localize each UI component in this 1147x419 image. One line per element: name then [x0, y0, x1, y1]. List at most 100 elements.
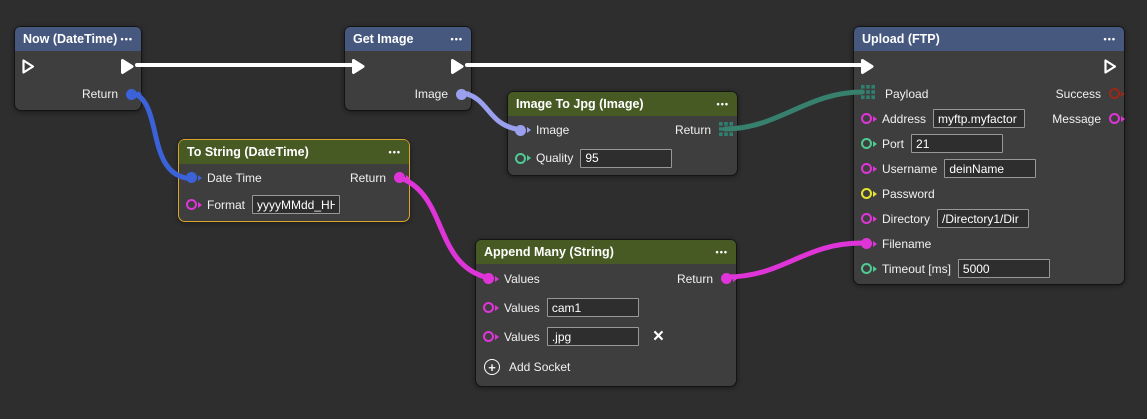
timeout-input[interactable]: [958, 259, 1050, 278]
socket-row: Port: [854, 131, 1124, 156]
node-get-image[interactable]: Get Image ••• Image: [344, 26, 472, 111]
socket-row: Username: [854, 156, 1124, 181]
node-upload-ftp[interactable]: Upload (FTP) ••• Payload Success: [853, 26, 1125, 285]
socket-row: Values ×: [476, 322, 736, 351]
node-now-header[interactable]: Now (DateTime) •••: [15, 27, 141, 51]
input-label-port: Port: [882, 137, 904, 151]
username-input[interactable]: [944, 159, 1036, 178]
node-upload-title: Upload (FTP): [862, 32, 940, 46]
socket-row: Timeout [ms]: [854, 256, 1124, 281]
output-label-return: Return: [675, 123, 711, 137]
port-input[interactable]: [911, 134, 1003, 153]
input-label-username: Username: [882, 162, 937, 176]
input-socket-username[interactable]: [861, 163, 872, 174]
input-label-timeout: Timeout [ms]: [882, 262, 951, 276]
input-label-values-2: Values: [504, 330, 540, 344]
node-get-image-header[interactable]: Get Image •••: [345, 27, 471, 51]
socket-row: Quality: [508, 144, 737, 172]
node-image-to-jpg-menu-icon[interactable]: •••: [717, 100, 729, 109]
node-get-image-title: Get Image: [353, 32, 413, 46]
input-label-values-0: Values: [504, 272, 540, 286]
output-label-return: Return: [350, 171, 386, 185]
input-label-values-1: Values: [504, 301, 540, 315]
input-socket-timeout[interactable]: [861, 263, 872, 274]
input-label-payload: Payload: [885, 87, 928, 101]
values-1-input[interactable]: [547, 298, 639, 317]
input-socket-values-2[interactable]: [483, 331, 494, 342]
directory-input[interactable]: [937, 209, 1029, 228]
output-label-success: Success: [1056, 87, 1101, 101]
node-upload-header[interactable]: Upload (FTP) •••: [854, 27, 1124, 51]
socket-row: Directory: [854, 206, 1124, 231]
input-socket-password[interactable]: [861, 188, 872, 199]
socket-row: Filename: [854, 231, 1124, 256]
input-label-quality: Quality: [536, 151, 573, 165]
wire-string-appendmany-to-upload-filename[interactable]: [726, 243, 862, 277]
node-now-title: Now (DateTime): [23, 32, 117, 46]
input-label-directory: Directory: [882, 212, 930, 226]
node-get-image-menu-icon[interactable]: •••: [451, 35, 463, 44]
input-socket-directory[interactable]: [861, 213, 872, 224]
exec-out-pin[interactable]: [1103, 58, 1118, 75]
input-label-date-time: Date Time: [207, 171, 262, 185]
node-append-many-title: Append Many (String): [484, 245, 614, 259]
node-to-string-menu-icon[interactable]: •••: [389, 148, 401, 157]
socket-row: Password: [854, 181, 1124, 206]
values-2-input[interactable]: [547, 327, 639, 346]
exec-out-pin[interactable]: [120, 58, 135, 75]
output-label-return: Return: [82, 87, 118, 101]
node-image-to-jpg-header[interactable]: Image To Jpg (Image) •••: [508, 92, 737, 116]
input-socket-format[interactable]: [186, 199, 197, 210]
socket-row: Values Return: [476, 264, 736, 293]
output-group: Message: [1052, 112, 1124, 126]
input-label-password: Password: [882, 187, 935, 201]
exec-out-pin[interactable]: [450, 58, 465, 75]
node-image-to-jpg-title: Image To Jpg (Image): [516, 97, 644, 111]
output-label-return: Return: [677, 272, 713, 286]
wire-object-imagetojpg-to-upload-payload[interactable]: [725, 92, 862, 129]
node-image-to-jpg[interactable]: Image To Jpg (Image) ••• Image Return Qu…: [507, 91, 738, 176]
remove-socket-icon[interactable]: ×: [653, 327, 664, 346]
node-to-string[interactable]: To String (DateTime) ••• Date Time Retur…: [178, 139, 410, 222]
node-now-menu-icon[interactable]: •••: [121, 35, 133, 44]
output-label-message: Message: [1052, 112, 1101, 126]
output-socket-success[interactable]: [1109, 88, 1120, 99]
node-editor-canvas[interactable]: Now (DateTime) ••• Return Get Image •••: [0, 0, 1147, 419]
node-to-string-title: To String (DateTime): [187, 145, 309, 159]
socket-row: Address Message: [854, 106, 1124, 131]
socket-row: Format: [179, 191, 409, 218]
output-row: Return: [15, 81, 141, 107]
node-to-string-header[interactable]: To String (DateTime) •••: [179, 140, 409, 164]
node-append-many-header[interactable]: Append Many (String) •••: [476, 240, 736, 264]
node-append-many-menu-icon[interactable]: •••: [716, 248, 728, 257]
input-label-image: Image: [536, 123, 569, 137]
exec-in-pin[interactable]: [351, 58, 366, 75]
output-row: Image: [345, 81, 471, 107]
input-socket-address[interactable]: [861, 113, 872, 124]
exec-in-pin[interactable]: [21, 58, 36, 75]
socket-row: Date Time Return: [179, 164, 409, 191]
socket-row: Image Return: [508, 116, 737, 144]
exec-row: [345, 51, 471, 81]
socket-row: Values: [476, 293, 736, 322]
format-input[interactable]: [252, 195, 340, 214]
quality-input[interactable]: [580, 149, 672, 168]
node-upload-menu-icon[interactable]: •••: [1104, 35, 1116, 44]
wire-string-tostring-to-appendmany[interactable]: [401, 178, 485, 277]
add-socket-label: Add Socket: [509, 360, 570, 374]
address-input[interactable]: [933, 109, 1025, 128]
input-socket-values-1[interactable]: [483, 302, 494, 313]
node-now-datetime[interactable]: Now (DateTime) ••• Return: [14, 26, 142, 111]
input-label-format: Format: [207, 198, 245, 212]
output-label-image: Image: [415, 87, 448, 101]
exec-row: [854, 51, 1124, 81]
input-label-filename: Filename: [882, 237, 931, 251]
node-append-many[interactable]: Append Many (String) ••• Values Return V…: [475, 239, 737, 387]
input-socket-quality[interactable]: [515, 153, 526, 164]
output-socket-message[interactable]: [1109, 113, 1120, 124]
add-socket-plus-icon[interactable]: +: [484, 359, 500, 375]
input-label-address: Address: [882, 112, 926, 126]
input-socket-port[interactable]: [861, 138, 872, 149]
add-socket-button[interactable]: + Add Socket: [476, 351, 736, 383]
output-group: Success: [1056, 87, 1124, 101]
